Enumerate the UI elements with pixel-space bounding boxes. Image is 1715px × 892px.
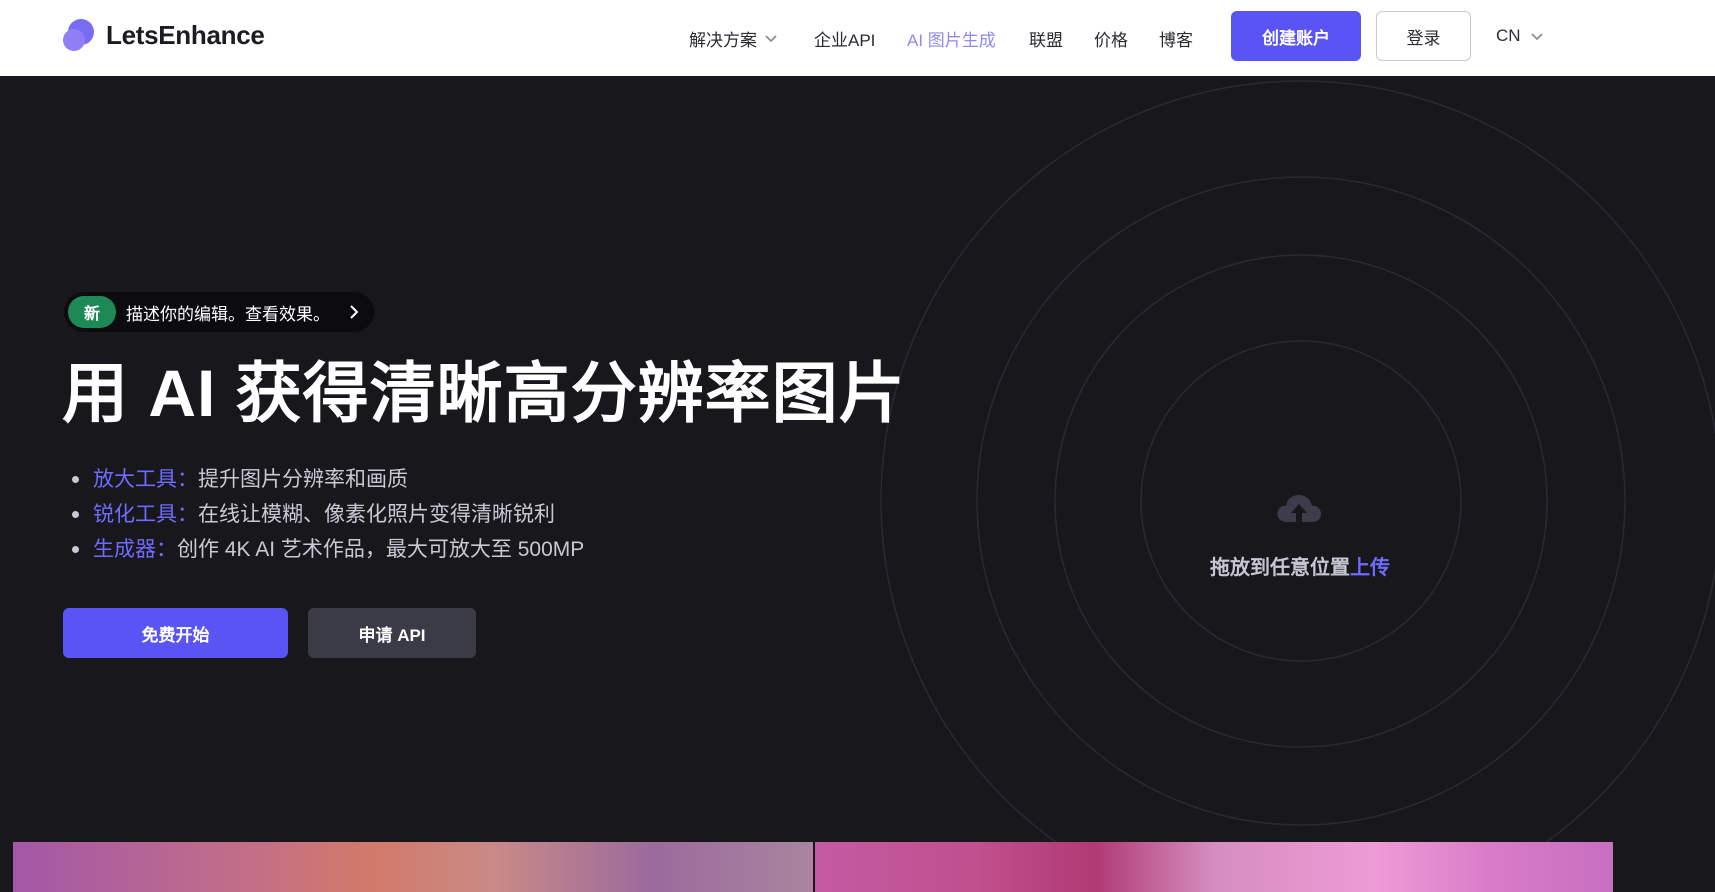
nav-affiliate[interactable]: 联盟 [1029,26,1063,51]
request-api-button[interactable]: 申请 API [308,608,476,658]
chevron-down-icon [1530,33,1543,41]
nav-enterprise-api[interactable]: 企业API [814,26,875,51]
nav-solutions[interactable]: 解决方案 [689,26,779,51]
chevron-right-icon [350,305,359,319]
hero-title: 用 AI 获得清晰高分辨率图片 [62,356,906,430]
cloud-upload-icon [1277,495,1321,522]
feature-text: 在线让模糊、像素化照片变得清晰锐利 [198,503,555,526]
feature-key: 放大工具： [93,468,198,491]
feature-key: 生成器： [93,538,177,561]
logo[interactable]: LetsEnhance [62,18,265,52]
nav-blog[interactable]: 博客 [1159,26,1193,51]
feature-item: 生成器： 创作 4K AI 艺术作品，最大可放大至 500MP [72,532,584,567]
nav-enterprise-api-label: 企业API [814,30,876,50]
upload-prompt-text: 拖放到任意位置 [1210,557,1350,579]
start-free-button[interactable]: 免费开始 [63,608,288,658]
announcement-text: 描述你的编辑。查看效果。 [126,304,330,324]
upload-link[interactable]: 上传 [1350,557,1390,579]
nav-affiliate-label: 联盟 [1029,30,1063,50]
site-header: LetsEnhance 解决方案 企业API AI 图片生成 联盟 价格 博客 … [0,0,1715,76]
nav-ai-image-gen-label: AI 图片生成 [907,30,996,50]
nav-pricing[interactable]: 价格 [1094,26,1128,51]
nav-blog-label: 博客 [1159,30,1193,50]
create-account-button[interactable]: 创建账户 [1231,11,1361,61]
chevron-down-icon [765,35,777,43]
language-selector[interactable]: CN [1496,26,1545,46]
announcement-badge[interactable]: 新 描述你的编辑。查看效果。 [64,292,374,332]
feature-list: 放大工具： 提升图片分辨率和画质 锐化工具： 在线让模糊、像素化照片变得清晰锐利… [72,462,584,567]
logo-icon [63,19,94,51]
upload-prompt: 拖放到任意位置上传 [1120,551,1480,580]
gallery-image-before [13,842,813,892]
new-badge: 新 [68,296,116,328]
nav-ai-image-gen[interactable]: AI 图片生成 [907,26,996,51]
nav-solutions-label: 解决方案 [689,30,757,50]
nav-pricing-label: 价格 [1094,30,1128,50]
feature-key: 锐化工具： [93,503,198,526]
feature-text: 提升图片分辨率和画质 [198,468,408,491]
login-button[interactable]: 登录 [1376,11,1471,61]
feature-item: 锐化工具： 在线让模糊、像素化照片变得清晰锐利 [72,497,584,532]
gallery-image-after [815,842,1613,892]
feature-text: 创作 4K AI 艺术作品，最大可放大至 500MP [177,538,585,561]
language-label: CN [1496,26,1521,45]
logo-text: LetsEnhance [106,19,265,50]
feature-item: 放大工具： 提升图片分辨率和画质 [72,462,584,497]
